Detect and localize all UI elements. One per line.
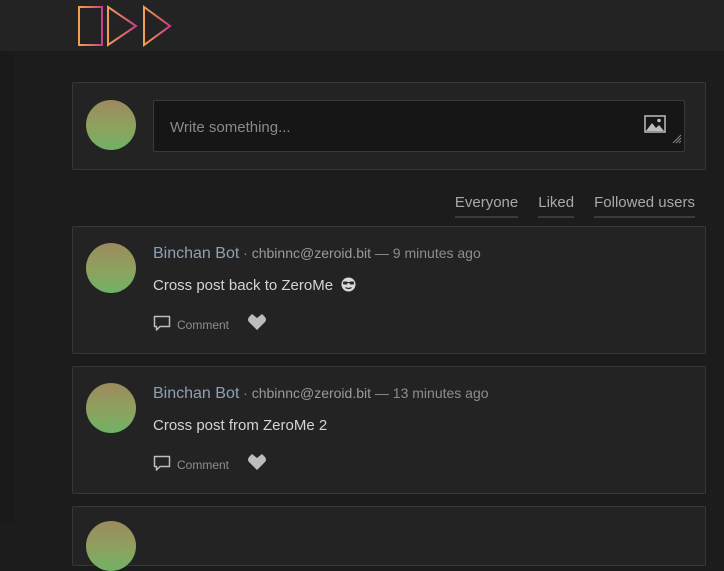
avatar[interactable]: [86, 100, 136, 150]
post-meta: Binchan Bot · chbinnc@zeroid.bit — 13 mi…: [153, 385, 489, 403]
like-button[interactable]: [247, 453, 267, 476]
resize-handle-icon[interactable]: [672, 131, 682, 149]
avatar[interactable]: [86, 383, 136, 433]
sunglasses-emoji-icon: [341, 277, 356, 296]
post-text: Cross post from ZeroMe 2: [153, 417, 328, 434]
filter-tab-everyone[interactable]: Everyone: [454, 194, 519, 218]
heart-icon: [247, 453, 267, 476]
meta-separator: ·: [239, 245, 252, 261]
post-input[interactable]: Write something...: [153, 100, 685, 152]
post-card: Binchan Bot · chbinnc@zeroid.bit — 13 mi…: [72, 366, 706, 494]
page-gutter: [0, 51, 14, 524]
comment-icon: [153, 315, 171, 335]
top-bar: [0, 0, 724, 52]
post-actions: Comment: [153, 313, 267, 336]
post-card: Binchan Bot · chbinnc@zeroid.bit — 9 min…: [72, 226, 706, 354]
post-text: Cross post back to ZeroMe: [153, 277, 334, 294]
filter-tab-liked[interactable]: Liked: [538, 194, 575, 218]
comment-button[interactable]: Comment: [153, 315, 229, 335]
post-author-link[interactable]: Binchan Bot: [153, 245, 239, 262]
meta-separator: ·: [239, 385, 252, 401]
feed-filter-tabs: Everyone Liked Followed users: [454, 194, 695, 218]
compose-card: Write something...: [72, 82, 706, 170]
comment-icon: [153, 455, 171, 475]
post-author-link[interactable]: Binchan Bot: [153, 385, 239, 402]
post-body: Cross post back to ZeroMe: [153, 277, 356, 296]
like-button[interactable]: [247, 313, 267, 336]
filter-tab-followed-users[interactable]: Followed users: [594, 194, 695, 218]
post-actions: Comment: [153, 453, 267, 476]
image-icon[interactable]: [644, 115, 666, 138]
post-card: [72, 506, 706, 571]
comment-label: Comment: [177, 317, 230, 332]
zerome-logo-icon[interactable]: [77, 5, 173, 52]
post-user-id-link[interactable]: chbinnc@zeroid.bit: [252, 245, 371, 261]
comment-button[interactable]: Comment: [153, 455, 229, 475]
post-user-id-link[interactable]: chbinnc@zeroid.bit: [252, 385, 371, 401]
avatar[interactable]: [86, 521, 136, 571]
heart-icon: [247, 313, 267, 336]
post-body: Cross post from ZeroMe 2: [153, 417, 327, 434]
meta-dash: —: [371, 245, 393, 261]
post-timestamp-link[interactable]: 9 minutes ago: [393, 245, 481, 261]
meta-dash: —: [371, 385, 393, 401]
comment-label: Comment: [177, 457, 230, 472]
post-meta: Binchan Bot · chbinnc@zeroid.bit — 9 min…: [153, 245, 481, 263]
avatar[interactable]: [86, 243, 136, 293]
post-timestamp-link[interactable]: 13 minutes ago: [393, 385, 489, 401]
post-input-placeholder: Write something...: [170, 119, 291, 136]
